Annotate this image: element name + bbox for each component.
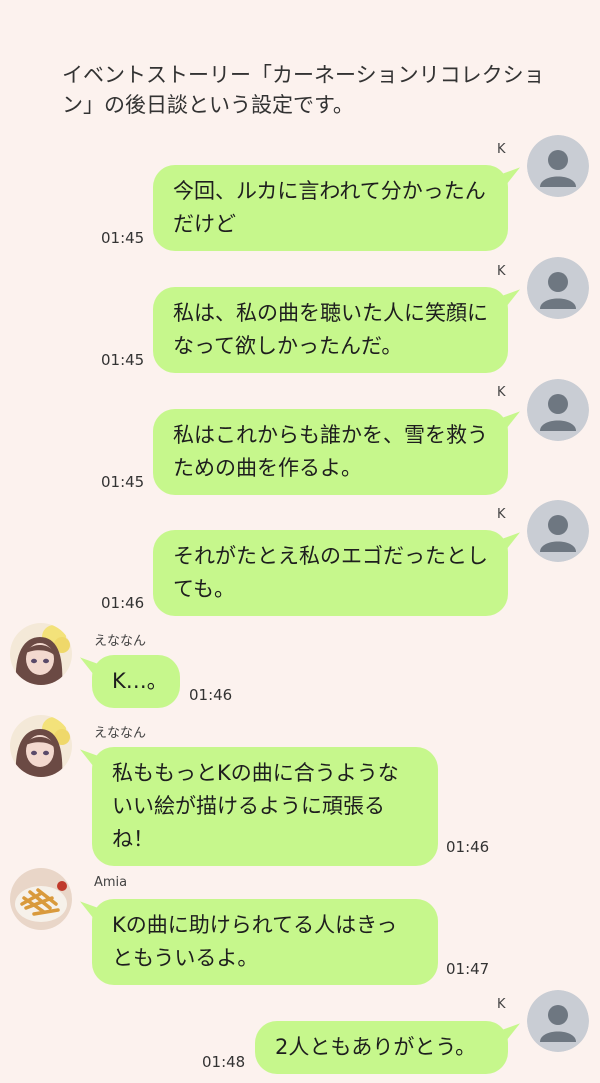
sender-name: K <box>497 507 506 522</box>
message-bubble[interactable]: 2人ともありがとう。 <box>255 1021 520 1074</box>
message-bubble[interactable]: K…。 <box>80 655 180 708</box>
sender-name: えななん <box>94 634 147 649</box>
enanan-avatar-icon[interactable] <box>10 715 72 777</box>
message-time: 01:46 <box>446 838 490 856</box>
message-text: 私ももっとKの曲に合うようないい絵が描けるように頑張るね！ <box>112 761 399 851</box>
message-bubble[interactable]: 私はこれからも誰かを、雪を救うための曲を作るよ。 <box>153 409 520 495</box>
message-bubble[interactable]: 今回、ルカに言われて分かったんだけど <box>153 165 520 251</box>
sender-name: K <box>497 997 506 1012</box>
message-time: 01:48 <box>202 1053 246 1071</box>
message-bubble[interactable]: 私は、私の曲を聴いた人に笑顔になって欲しかったんだ。 <box>153 287 520 373</box>
message-text: 私は、私の曲を聴いた人に笑顔になって欲しかったんだ。 <box>173 301 488 358</box>
sender-name: K <box>497 142 506 157</box>
message-time: 01:45 <box>101 473 145 491</box>
default-avatar-icon[interactable] <box>527 990 589 1052</box>
amia-avatar-icon[interactable] <box>10 868 72 930</box>
message-text: 2人ともありがとう。 <box>275 1035 477 1059</box>
story-note: イベントストーリー「カーネーションリコレクション」の後日談という設定です。 <box>62 63 545 117</box>
message-text: それがたとえ私のエゴだったとしても。 <box>173 544 488 601</box>
message-time: 01:45 <box>101 351 145 369</box>
default-avatar-icon[interactable] <box>527 379 589 441</box>
default-avatar-icon[interactable] <box>527 135 589 197</box>
message-text: Kの曲に助けられてる人はきっともういるよ。 <box>112 913 398 970</box>
message-time: 01:45 <box>101 229 145 247</box>
sender-name: Amia <box>94 875 128 890</box>
message-time: 01:46 <box>101 594 145 612</box>
message-bubble[interactable]: 私ももっとKの曲に合うようないい絵が描けるように頑張るね！ <box>80 747 438 866</box>
message-text: 私はこれからも誰かを、雪を救うための曲を作るよ。 <box>173 423 488 480</box>
message-time: 01:47 <box>446 960 490 978</box>
message-time: 01:46 <box>189 686 233 704</box>
sender-name: えななん <box>94 726 147 741</box>
message-bubble[interactable]: それがたとえ私のエゴだったとしても。 <box>153 530 520 616</box>
message-text: 今回、ルカに言われて分かったんだけど <box>173 179 486 236</box>
message-text: K…。 <box>112 669 168 693</box>
enanan-avatar-icon[interactable] <box>10 623 72 685</box>
sender-name: K <box>497 264 506 279</box>
default-avatar-icon[interactable] <box>527 500 589 562</box>
sender-name: K <box>497 385 506 400</box>
default-avatar-icon[interactable] <box>527 257 589 319</box>
message-bubble[interactable]: Kの曲に助けられてる人はきっともういるよ。 <box>80 899 438 985</box>
